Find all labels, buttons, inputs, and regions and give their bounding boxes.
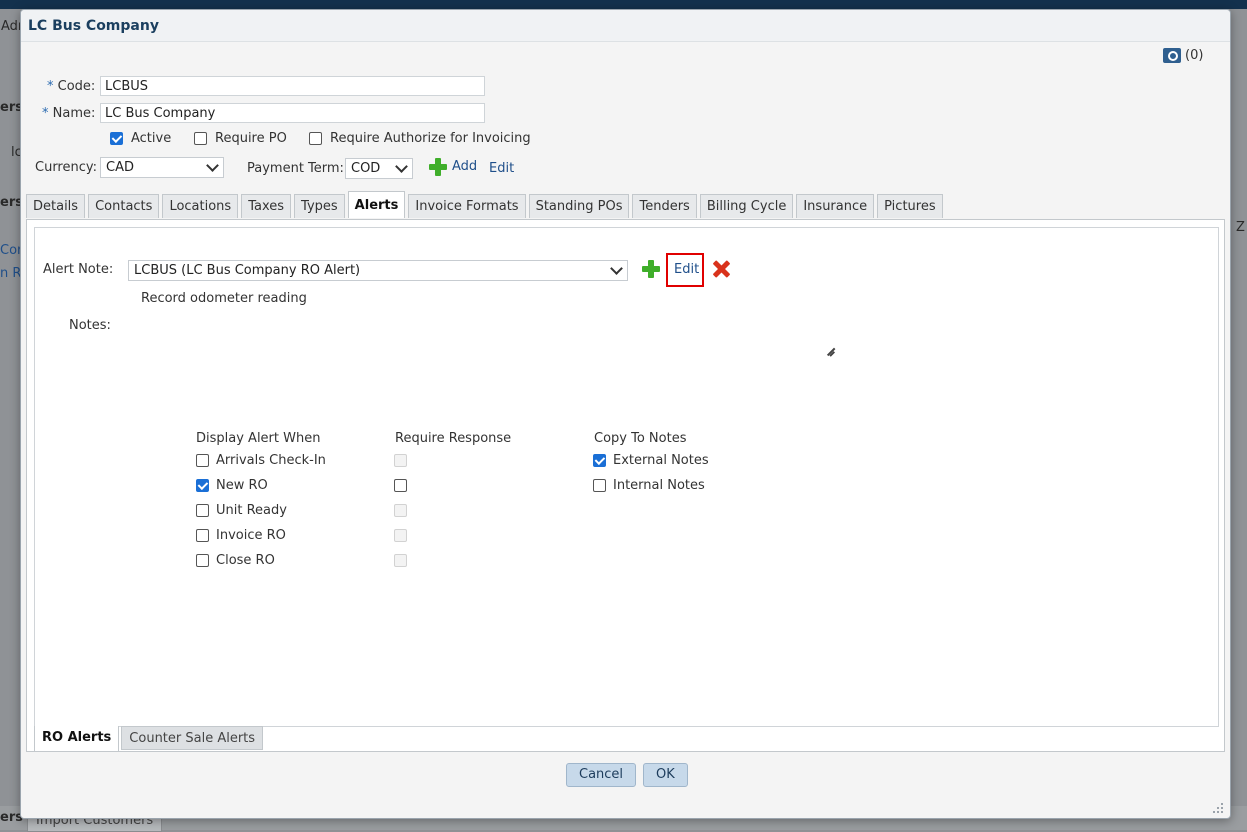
attachments-button[interactable]: (0) (1163, 48, 1203, 63)
add-payment-term-link[interactable]: Add (452, 159, 477, 174)
require-response-new-ro-checkbox[interactable] (394, 479, 407, 492)
customer-dialog: LC Bus Company (0) * Code: LCBUS * Name:… (20, 9, 1231, 819)
require-po-label: Require PO (215, 131, 287, 146)
require-authorize-checkbox[interactable] (309, 132, 322, 145)
edit-payment-term-link[interactable]: Edit (489, 161, 514, 176)
name-label: * Name: (42, 106, 96, 121)
tab-locations[interactable]: Locations (162, 194, 239, 218)
alerts-panel: Alert Note: LCBUS (LC Bus Company RO Ale… (26, 219, 1225, 752)
chevron-down-icon (395, 160, 408, 173)
currency-select[interactable]: CAD (100, 157, 224, 178)
tab-contacts[interactable]: Contacts (88, 194, 160, 218)
tab-alerts[interactable]: Alerts (347, 191, 406, 218)
chevron-down-icon (206, 159, 219, 172)
bg-text-fragment: Adı (1, 19, 22, 34)
textarea-resize-handle[interactable] (825, 346, 835, 356)
dialog-resize-grip[interactable] (1213, 803, 1223, 813)
bg-text-fragment: Z (1236, 220, 1245, 235)
payment-term-label: Payment Term: (247, 161, 344, 176)
add-payment-term-icon[interactable] (429, 158, 447, 176)
internal-notes-checkbox[interactable] (593, 479, 606, 492)
new-ro-label: New RO (216, 478, 268, 493)
tab-types[interactable]: Types (294, 194, 345, 218)
invoice-ro-label: Invoice RO (216, 528, 286, 543)
subtab-counter-sale-alerts[interactable]: Counter Sale Alerts (121, 726, 264, 750)
require-response-header: Require Response (395, 431, 512, 446)
payment-term-select[interactable]: COD (345, 158, 413, 179)
tab-insurance[interactable]: Insurance (796, 194, 875, 218)
require-po-checkbox[interactable] (194, 132, 207, 145)
close-ro-label: Close RO (216, 553, 275, 568)
edit-alert-link[interactable]: Edit (674, 262, 699, 277)
active-label: Active (131, 131, 172, 146)
internal-notes-label: Internal Notes (613, 478, 705, 493)
close-ro-checkbox[interactable] (196, 554, 209, 567)
new-ro-checkbox[interactable] (196, 479, 209, 492)
cancel-button[interactable]: Cancel (566, 763, 637, 787)
active-checkbox[interactable] (110, 132, 123, 145)
alert-description: Record odometer reading (141, 291, 307, 306)
attachments-count: (0) (1185, 48, 1204, 63)
unit-ready-checkbox[interactable] (196, 504, 209, 517)
tab-tenders[interactable]: Tenders (632, 194, 697, 218)
currency-label: Currency: (35, 160, 98, 175)
tab-taxes[interactable]: Taxes (241, 194, 292, 218)
code-input[interactable]: LCBUS (100, 76, 485, 96)
ro-alerts-content: Alert Note: LCBUS (LC Bus Company RO Ale… (34, 227, 1219, 727)
tab-pictures[interactable]: Pictures (877, 194, 943, 218)
chevron-down-icon (610, 262, 623, 275)
alert-note-label: Alert Note: (43, 262, 114, 277)
ok-button[interactable]: OK (643, 763, 688, 787)
tab-billing-cycle[interactable]: Billing Cycle (699, 194, 794, 218)
dialog-title: LC Bus Company (28, 18, 159, 34)
name-input[interactable]: LC Bus Company (100, 103, 485, 123)
delete-alert-icon[interactable] (712, 260, 730, 278)
dialog-header: LC Bus Company (21, 10, 1230, 42)
invoice-ro-checkbox[interactable] (196, 529, 209, 542)
code-label: * Code: (47, 79, 96, 94)
external-notes-label: External Notes (613, 453, 709, 468)
subtab-ro-alerts[interactable]: RO Alerts (34, 726, 120, 752)
arrivals-check-in-checkbox[interactable] (196, 454, 209, 467)
notes-label: Notes: (69, 318, 111, 333)
add-alert-icon[interactable] (642, 260, 660, 278)
external-notes-checkbox[interactable] (593, 454, 606, 467)
require-response-close-ro-checkbox (394, 554, 407, 567)
require-response-invoice-ro-checkbox (394, 529, 407, 542)
unit-ready-label: Unit Ready (216, 503, 287, 518)
display-alert-when-header: Display Alert When (196, 431, 321, 446)
require-authorize-label: Require Authorize for Invoicing (330, 131, 531, 146)
alert-note-select[interactable]: LCBUS (LC Bus Company RO Alert) (128, 260, 628, 281)
require-response-unit-ready-checkbox (394, 504, 407, 517)
arrivals-check-in-label: Arrivals Check-In (216, 453, 326, 468)
camera-icon (1163, 48, 1181, 63)
app-top-bar (0, 0, 1247, 9)
tab-bar: Details Contacts Locations Taxes Types A… (26, 191, 943, 218)
tab-invoice-formats[interactable]: Invoice Formats (408, 194, 526, 218)
copy-to-notes-header: Copy To Notes (594, 431, 687, 446)
alert-subtab-bar: RO Alerts Counter Sale Alerts (34, 726, 264, 752)
tab-details[interactable]: Details (26, 194, 86, 218)
tab-standing-pos[interactable]: Standing POs (528, 194, 630, 218)
require-response-arrivals-checkbox (394, 454, 407, 467)
